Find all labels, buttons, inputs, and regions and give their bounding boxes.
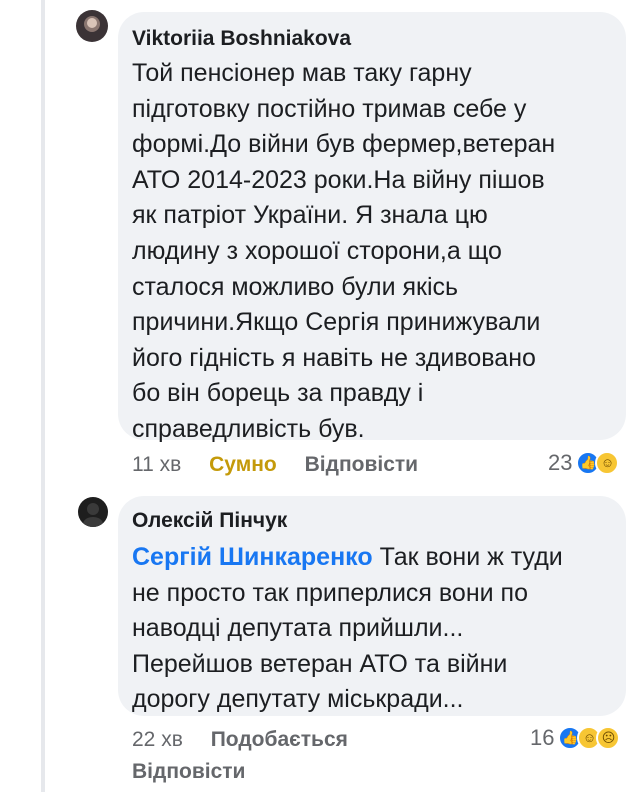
reply-button[interactable]: Відповісти: [305, 453, 418, 476]
comment-bubble: Олексій Пінчук Сергій Шинкаренко Так вон…: [118, 496, 626, 716]
reaction-count: 23: [548, 450, 573, 475]
react-button[interactable]: Сумно: [209, 453, 277, 476]
haha-icon: ☺: [595, 451, 620, 475]
like-button[interactable]: Подобається: [211, 728, 348, 751]
comment-text: Той пенсіонер мав таку гарну підготовку …: [132, 59, 556, 443]
comment-actions-second-line: Відповісти: [132, 760, 267, 784]
comment-actions: 22 хв Подобається: [132, 728, 370, 752]
comment-text: Сергій Шинкаренко Так вони ж туди не про…: [132, 540, 610, 718]
avatar[interactable]: [78, 497, 108, 527]
comment-author[interactable]: Viktoriia Boshniakova: [132, 26, 610, 52]
comment-text-first-line: Так вони ж туди: [372, 543, 563, 571]
avatar[interactable]: [76, 10, 108, 42]
comment-time[interactable]: 22 хв: [132, 728, 183, 751]
sad-icon: ☹: [596, 726, 621, 750]
user-avatar-icon: [76, 10, 108, 42]
reply-button[interactable]: Відповісти: [132, 760, 245, 783]
comment-time[interactable]: 11 хв: [132, 453, 181, 476]
user-avatar-icon: [78, 497, 108, 527]
reaction-summary[interactable]: 16 👍 ☺ ☹: [530, 725, 621, 751]
comment-bubble: Viktoriia Boshniakova Той пенсіонер мав …: [118, 12, 626, 443]
comment-text-rest: не просто так приперлися вони по наводці…: [132, 578, 528, 714]
reaction-summary[interactable]: 23 👍 ☺: [548, 450, 620, 476]
reaction-count: 16: [530, 725, 555, 750]
mention-link[interactable]: Сергій Шинкаренко: [132, 543, 373, 571]
comment-actions: 11 хв Сумно Відповісти: [132, 453, 440, 477]
comment-author[interactable]: Олексій Пінчук: [132, 508, 610, 534]
reply-thread-line: [41, 0, 45, 792]
